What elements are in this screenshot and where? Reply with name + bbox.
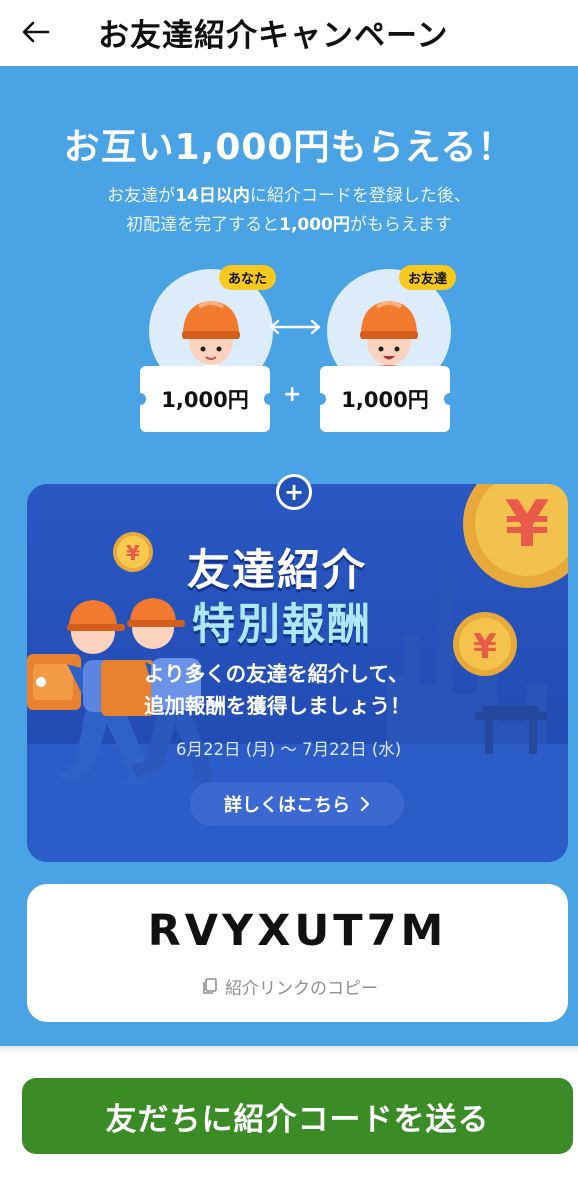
referral-code: RVYXUT7M xyxy=(147,906,448,956)
page-title: お友達紹介キャンペーン xyxy=(98,18,449,54)
copy-icon xyxy=(203,978,217,994)
promo-banner[interactable]: ¥ ¥ ¥ 友達紹介 特別報酬 より多くの友達を紹介して、 追加報酬を獲得しまし… xyxy=(27,484,568,862)
svg-text:¥: ¥ xyxy=(505,488,550,562)
send-referral-code-button[interactable]: 友だちに紹介コードを送る xyxy=(22,1078,573,1154)
plus-sign: + xyxy=(283,382,302,407)
svg-text:¥: ¥ xyxy=(473,627,497,667)
friend-reward-ticket: 1,000円 xyxy=(314,366,456,432)
campaign-content[interactable]: お互い1,000円もらえる！ お友達が14日以内に紹介コードを登録した後、 初配… xyxy=(0,66,578,1046)
app-header: お友達紹介キャンペーン xyxy=(0,0,578,66)
details-button-label: 詳しくはこちら xyxy=(224,795,350,816)
promo-title-line1: 友達紹介 xyxy=(187,546,367,596)
svg-text:¥: ¥ xyxy=(126,541,140,565)
copy-link-button[interactable]: 紹介リンクのコピー xyxy=(202,974,378,999)
copy-link-label: 紹介リンクのコピー xyxy=(225,979,378,999)
plus-icon: + xyxy=(276,474,312,510)
promo-dates: 6月22日 (月) 〜 7月22日 (水) xyxy=(176,740,402,759)
back-button[interactable] xyxy=(16,14,56,50)
hero-title: お互い1,000円もらえる！ xyxy=(63,127,515,168)
friend-badge: お友達 xyxy=(399,265,457,290)
double-arrow-icon xyxy=(269,319,321,335)
hero-description: お友達が14日以内に紹介コードを登録した後、 初配達を完了すると1,000円がも… xyxy=(107,186,471,235)
promo-subtitle: より多くの友達を紹介して、 追加報酬を獲得しましょう！ xyxy=(144,662,411,718)
footer-divider xyxy=(0,1046,578,1054)
you-reward-ticket: 1,000円 xyxy=(134,366,276,432)
details-button[interactable]: 詳しくはこちら xyxy=(190,782,404,826)
promo-title-line2: 特別報酬 xyxy=(192,600,372,650)
chevron-right-icon xyxy=(360,796,370,812)
footer: 友だちに紹介コードを送る xyxy=(0,1046,578,1200)
arrow-left-icon xyxy=(22,21,50,43)
you-badge: あなた xyxy=(219,265,277,290)
referral-code-card: RVYXUT7M 紹介リンクのコピー xyxy=(27,884,568,1022)
